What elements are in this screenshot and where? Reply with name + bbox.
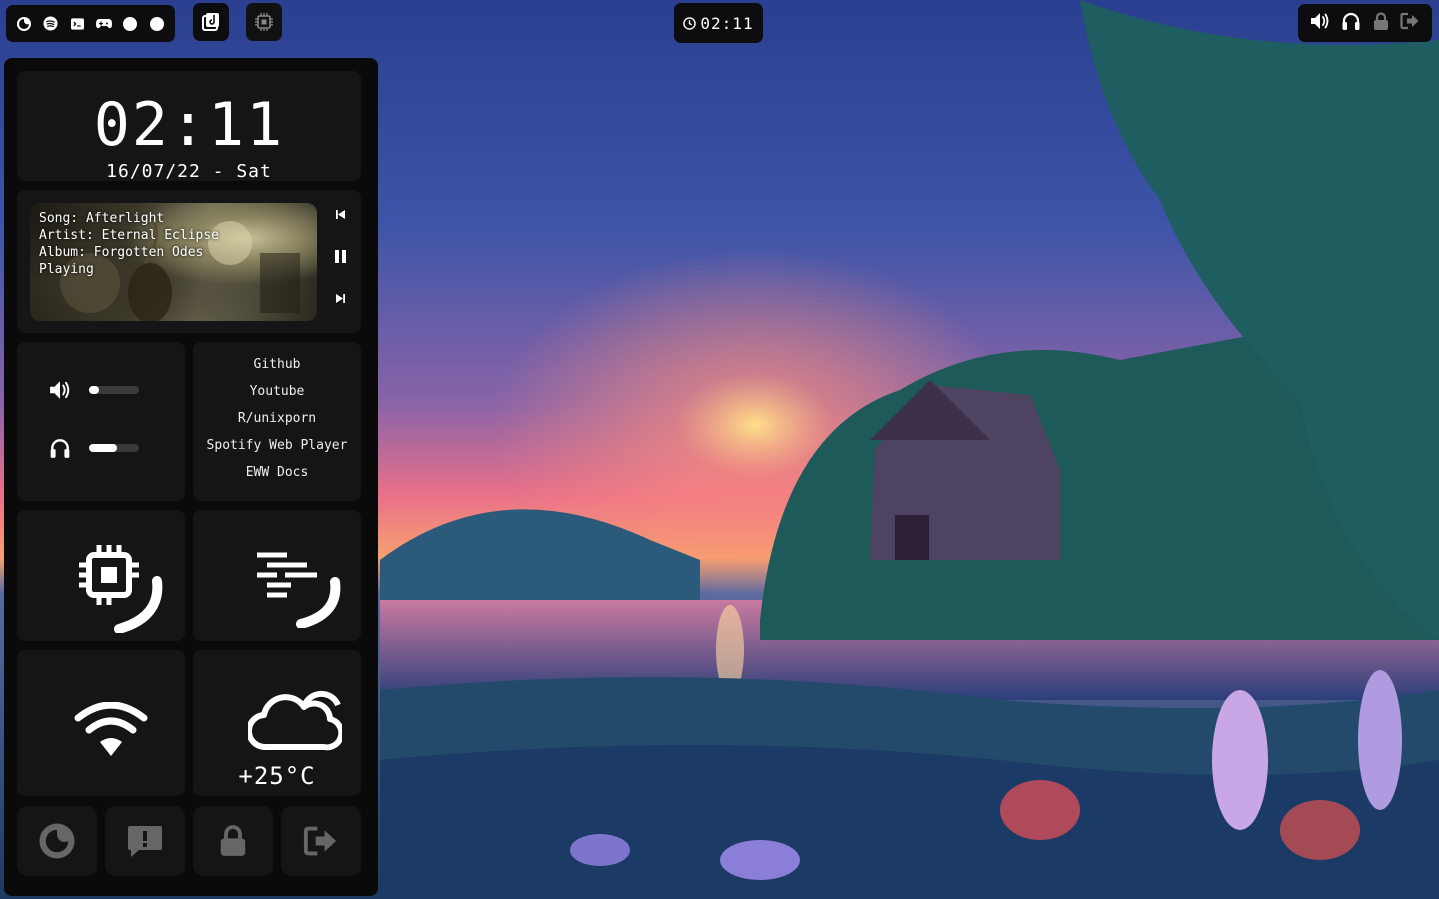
media-controls xyxy=(329,210,351,320)
clock-time: 02:11 xyxy=(93,90,285,160)
gamepad-icon xyxy=(95,19,112,29)
audio-widget xyxy=(17,342,185,501)
music-player-widget: Song: Afterlight Artist: Eternal Eclipse… xyxy=(17,190,361,333)
memory-usage-widget xyxy=(193,510,361,641)
link-unixporn[interactable]: R/unixporn xyxy=(193,405,361,432)
skip-previous-icon xyxy=(335,210,345,219)
workspace-terminal[interactable] xyxy=(67,14,87,34)
volume-icon xyxy=(1310,13,1329,29)
headphone-volume-slider[interactable] xyxy=(89,444,139,452)
clock-icon xyxy=(683,16,697,30)
topbar-clock-text: 02:11 xyxy=(700,13,754,33)
tray-headphones[interactable] xyxy=(1341,11,1361,35)
song-info: Song: Afterlight Artist: Eternal Eclipse… xyxy=(39,210,219,278)
system-tray xyxy=(1298,4,1432,42)
lock-screen-button[interactable] xyxy=(193,806,273,876)
notifications-button[interactable] xyxy=(105,806,185,876)
lock-icon xyxy=(220,825,246,856)
speaker-volume-fill xyxy=(89,386,99,394)
weather-widget: +25°C xyxy=(193,650,361,796)
launch-firefox-button[interactable] xyxy=(17,806,97,876)
quick-links-widget: Github Youtube R/unixporn Spotify Web Pl… xyxy=(193,342,361,501)
song-album: Album: Forgotten Odes xyxy=(39,245,204,260)
system-monitor-button[interactable] xyxy=(246,3,282,41)
headphone-volume-row xyxy=(49,436,139,460)
workspace-empty-5[interactable] xyxy=(120,14,140,34)
song-artist: Artist: Eternal Eclipse xyxy=(39,228,220,243)
skip-next-icon xyxy=(335,294,345,303)
music-toggle-button[interactable] xyxy=(193,3,229,41)
playback-status: Playing xyxy=(39,262,94,277)
headphones-icon xyxy=(50,439,70,458)
next-track-button[interactable] xyxy=(329,294,351,303)
clock-date: 16/07/22 - Sat xyxy=(106,161,272,182)
workspace-empty-6[interactable] xyxy=(147,14,167,34)
headphones-icon xyxy=(1342,12,1360,30)
alert-message-icon xyxy=(128,826,162,857)
workspace-firefox[interactable] xyxy=(14,14,34,34)
logout-icon xyxy=(1400,12,1419,30)
music-note-icon xyxy=(202,13,219,31)
dashboard-panel: 02:11 16/07/22 - Sat Song: Afterlight Ar… xyxy=(4,58,378,896)
temperature: +25°C xyxy=(238,762,316,790)
cpu-chip-icon xyxy=(255,13,273,31)
link-youtube[interactable]: Youtube xyxy=(193,378,361,405)
logout-button[interactable] xyxy=(281,806,361,876)
terminal-icon xyxy=(70,17,84,30)
pause-icon xyxy=(334,250,346,263)
spotify-icon xyxy=(43,16,58,31)
link-spotify-web-player[interactable]: Spotify Web Player xyxy=(193,432,361,459)
workspace-games[interactable] xyxy=(94,14,114,34)
circle-icon xyxy=(123,16,138,31)
network-widget[interactable] xyxy=(17,650,185,796)
memory-usage-icon xyxy=(257,552,341,628)
firefox-icon xyxy=(39,823,75,859)
speaker-volume-slider[interactable] xyxy=(89,386,139,394)
lock-icon xyxy=(1373,11,1388,30)
circle-icon xyxy=(149,16,164,31)
firefox-icon xyxy=(17,16,31,31)
wifi-icon xyxy=(74,702,148,756)
link-eww-docs[interactable]: EWW Docs xyxy=(193,459,361,486)
tray-volume[interactable] xyxy=(1310,12,1330,34)
pause-button[interactable] xyxy=(329,250,351,263)
link-github[interactable]: Github xyxy=(193,351,361,378)
logout-icon xyxy=(303,826,337,856)
workspace-bar xyxy=(6,5,175,42)
tray-logout[interactable] xyxy=(1400,12,1420,34)
previous-track-button[interactable] xyxy=(329,210,351,219)
volume-icon xyxy=(50,381,70,399)
song-title: Song: Afterlight xyxy=(39,211,165,226)
clock-widget: 02:11 16/07/22 - Sat xyxy=(17,71,361,182)
workspace-spotify[interactable] xyxy=(41,14,61,34)
cpu-usage-icon xyxy=(79,545,163,633)
tray-lock[interactable] xyxy=(1373,11,1389,35)
headphone-volume-fill xyxy=(89,444,117,452)
cloud-icon xyxy=(248,690,342,751)
speaker-volume-row xyxy=(49,380,139,400)
cpu-usage-widget xyxy=(17,510,185,641)
topbar-clock[interactable]: 02:11 xyxy=(674,3,763,43)
